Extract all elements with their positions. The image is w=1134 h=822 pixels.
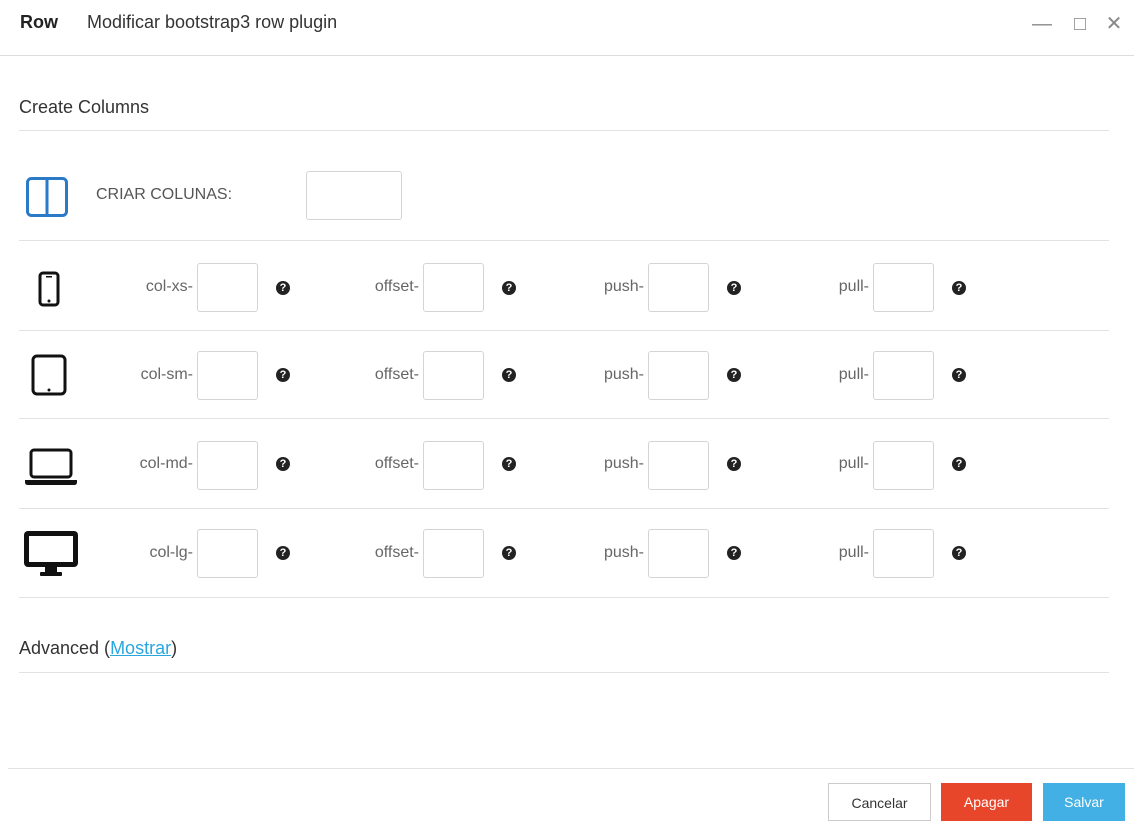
save-button[interactable]: Salvar <box>1043 783 1125 821</box>
pull-md-input[interactable] <box>873 441 934 490</box>
col-md-input[interactable] <box>197 441 258 490</box>
col-sm-input[interactable] <box>197 351 258 400</box>
push-md-input[interactable] <box>648 441 709 490</box>
minimize-icon[interactable]: — <box>1030 12 1054 36</box>
close-icon[interactable]: ✕ <box>1102 12 1126 36</box>
desktop-icon <box>24 531 78 576</box>
dialog-titlebar: Row Modificar bootstrap3 row plugin — □ … <box>0 0 1134 56</box>
help-icon[interactable]: ? <box>952 457 966 471</box>
col-xs-input[interactable] <box>197 263 258 312</box>
tablet-icon <box>31 354 67 396</box>
advanced-label-suffix: ) <box>171 638 178 658</box>
push-lg-label: push- <box>603 544 644 561</box>
push-md-label: push- <box>603 455 644 472</box>
offset-xs-label: offset- <box>374 278 419 295</box>
help-icon[interactable]: ? <box>276 281 290 295</box>
divider <box>19 597 1109 598</box>
pull-lg-label: pull- <box>838 544 869 561</box>
pull-lg-input[interactable] <box>873 529 934 578</box>
pull-md-label: pull- <box>838 455 869 472</box>
dialog-title: Modificar bootstrap3 row plugin <box>87 12 338 32</box>
help-icon[interactable]: ? <box>276 457 290 471</box>
pull-sm-label: pull- <box>838 366 869 383</box>
push-lg-input[interactable] <box>648 529 709 578</box>
pull-xs-input[interactable] <box>873 263 934 312</box>
help-icon[interactable]: ? <box>952 368 966 382</box>
laptop-icon <box>25 448 77 485</box>
col-xs-label: col-xs- <box>145 278 193 295</box>
help-icon[interactable]: ? <box>276 546 290 560</box>
help-icon[interactable]: ? <box>502 457 516 471</box>
advanced-toggle-line: Advanced (Mostrar) <box>19 638 177 659</box>
divider <box>19 418 1109 419</box>
pull-sm-input[interactable] <box>873 351 934 400</box>
help-icon[interactable]: ? <box>502 368 516 382</box>
help-icon[interactable]: ? <box>276 368 290 382</box>
columns-icon <box>26 177 68 217</box>
divider <box>19 508 1109 509</box>
offset-lg-input[interactable] <box>423 529 484 578</box>
col-md-label: col-md- <box>139 455 193 472</box>
help-icon[interactable]: ? <box>502 281 516 295</box>
footer-divider <box>8 768 1134 769</box>
offset-xs-input[interactable] <box>423 263 484 312</box>
offset-sm-label: offset- <box>374 366 419 383</box>
push-sm-label: push- <box>603 366 644 383</box>
divider <box>19 130 1109 131</box>
offset-md-input[interactable] <box>423 441 484 490</box>
divider <box>19 672 1109 673</box>
col-lg-input[interactable] <box>197 529 258 578</box>
help-icon[interactable]: ? <box>727 457 741 471</box>
help-icon[interactable]: ? <box>727 368 741 382</box>
advanced-label: Advanced ( <box>19 638 111 658</box>
section-title: Create Columns <box>19 97 150 117</box>
divider <box>19 240 1109 241</box>
push-sm-input[interactable] <box>648 351 709 400</box>
col-sm-label: col-sm- <box>140 366 193 383</box>
help-icon[interactable]: ? <box>727 281 741 295</box>
help-icon[interactable]: ? <box>727 546 741 560</box>
pull-xs-label: pull- <box>838 278 869 295</box>
push-xs-input[interactable] <box>648 263 709 312</box>
help-icon[interactable]: ? <box>952 281 966 295</box>
offset-sm-input[interactable] <box>423 351 484 400</box>
cancel-button[interactable]: Cancelar <box>828 783 931 821</box>
offset-lg-label: offset- <box>374 544 419 561</box>
maximize-icon[interactable]: □ <box>1068 12 1092 36</box>
phone-icon <box>38 271 60 307</box>
create-columns-input[interactable] <box>306 171 402 220</box>
offset-md-label: offset- <box>374 455 419 472</box>
create-columns-label: CRIAR COLUNAS: <box>96 186 233 203</box>
delete-button[interactable]: Apagar <box>941 783 1032 821</box>
help-icon[interactable]: ? <box>952 546 966 560</box>
col-lg-label: col-lg- <box>149 544 193 561</box>
divider <box>19 330 1109 331</box>
show-advanced-link[interactable]: Mostrar <box>110 638 171 658</box>
plugin-name: Row <box>20 12 58 32</box>
help-icon[interactable]: ? <box>502 546 516 560</box>
push-xs-label: push- <box>603 278 644 295</box>
